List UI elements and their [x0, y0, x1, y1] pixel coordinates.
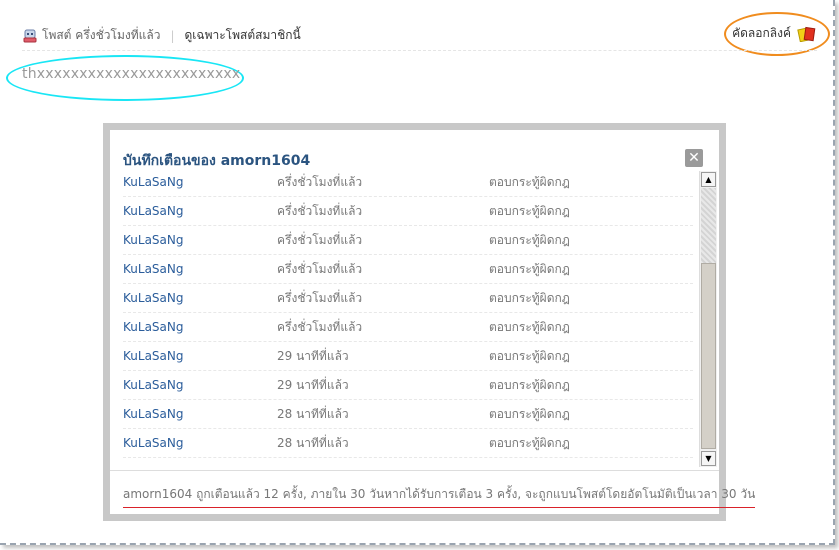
warning-user-link[interactable]: KuLaSaNg [123, 436, 277, 450]
warning-reason: ตอบกระทู้ผิดกฎ [489, 174, 570, 189]
warning-reason: ตอบกระทู้ผิดกฎ [489, 261, 570, 276]
warning-user-link[interactable]: KuLaSaNg [123, 262, 277, 276]
card-icon [797, 26, 817, 42]
separator: | [170, 28, 175, 43]
header-divider [22, 50, 817, 51]
scroll-track[interactable] [701, 188, 716, 263]
warning-user-link[interactable]: KuLaSaNg [123, 407, 277, 421]
warning-row: KuLaSaNg ครึ่งชั่วโมงที่แล้ว ตอบกระทู้ผิ… [123, 168, 693, 197]
page-frame: โพสต์ ครึ่งชั่วโมงที่แล้ว | ดูเฉพาะโพสต์… [0, 0, 835, 545]
post-time: โพสต์ ครึ่งชั่วโมงที่แล้ว [42, 28, 161, 42]
warning-row: KuLaSaNg ครึ่งชั่วโมงที่แล้ว ตอบกระทู้ผิ… [123, 313, 693, 342]
warning-row: KuLaSaNg ครึ่งชั่วโมงที่แล้ว ตอบกระทู้ผิ… [123, 226, 693, 255]
warning-reason: ตอบกระทู้ผิดกฎ [489, 435, 570, 450]
warning-user-link[interactable]: KuLaSaNg [123, 349, 277, 363]
scroll-up-icon[interactable]: ▲ [701, 172, 716, 187]
warning-time: ครึ่งชั่วโมงที่แล้ว [277, 174, 363, 189]
warning-time: 28 นาทีที่แล้ว [277, 406, 349, 421]
warning-user-link[interactable]: KuLaSaNg [123, 378, 277, 392]
warning-row: KuLaSaNg 29 นาทีที่แล้ว ตอบกระทู้ผิดกฎ [123, 371, 693, 400]
warning-time: ครึ่งชั่วโมงที่แล้ว [277, 319, 363, 334]
warning-reason: ตอบกระทู้ผิดกฎ [489, 232, 570, 247]
warning-user-link[interactable]: KuLaSaNg [123, 291, 277, 305]
warning-list: KuLaSaNg ครึ่งชั่วโมงที่แล้ว ตอบกระทู้ผิ… [123, 168, 693, 458]
scroll-thumb[interactable] [701, 263, 716, 449]
warning-row: KuLaSaNg 28 นาทีที่แล้ว ตอบกระทู้ผิดกฎ [123, 400, 693, 429]
warning-user-link[interactable]: KuLaSaNg [123, 204, 277, 218]
robot-icon [22, 28, 38, 44]
warning-reason: ตอบกระทู้ผิดกฎ [489, 319, 570, 334]
list-scrollbar[interactable]: ▲ ▼ [699, 171, 717, 467]
warning-user-link[interactable]: KuLaSaNg [123, 175, 277, 189]
copy-link-button[interactable]: คัดลอกลิงค์ [732, 24, 817, 43]
warning-row: KuLaSaNg ครึ่งชั่วโมงที่แล้ว ตอบกระทู้ผิ… [123, 197, 693, 226]
footer-divider [110, 470, 719, 471]
warning-time: ครึ่งชั่วโมงที่แล้ว [277, 290, 363, 305]
warning-time: ครึ่งชั่วโมงที่แล้ว [277, 203, 363, 218]
post-content: thxxxxxxxxxxxxxxxxxxxxxxxx [22, 66, 241, 82]
warning-dialog-body: บันทึกเตือนของ amorn1604 ✕ KuLaSaNg ครึ่… [110, 130, 756, 514]
warning-dialog: บันทึกเตือนของ amorn1604 ✕ KuLaSaNg ครึ่… [103, 123, 756, 521]
warning-user-link[interactable]: KuLaSaNg [123, 320, 277, 334]
warning-reason: ตอบกระทู้ผิดกฎ [489, 377, 570, 392]
warning-time: 29 นาทีที่แล้ว [277, 348, 349, 363]
post-meta-bar: โพสต์ ครึ่งชั่วโมงที่แล้ว | ดูเฉพาะโพสต์… [22, 26, 301, 45]
warning-row: KuLaSaNg 28 นาทีที่แล้ว ตอบกระทู้ผิดกฎ [123, 429, 693, 458]
warning-time: 28 นาทีที่แล้ว [277, 435, 349, 450]
warning-reason: ตอบกระทู้ผิดกฎ [489, 348, 570, 363]
close-icon[interactable]: ✕ [685, 149, 703, 167]
warning-row: KuLaSaNg ครึ่งชั่วโมงที่แล้ว ตอบกระทู้ผิ… [123, 255, 693, 284]
warning-time: 29 นาทีที่แล้ว [277, 377, 349, 392]
warning-user-link[interactable]: KuLaSaNg [123, 233, 277, 247]
copy-link-label: คัดลอกลิงค์ [732, 26, 791, 40]
scroll-down-icon[interactable]: ▼ [701, 451, 716, 466]
warning-row: KuLaSaNg 29 นาทีที่แล้ว ตอบกระทู้ผิดกฎ [123, 342, 693, 371]
warning-time: ครึ่งชั่วโมงที่แล้ว [277, 232, 363, 247]
view-only-member-link[interactable]: ดูเฉพาะโพสต์สมาชิกนี้ [185, 26, 301, 45]
warning-summary: amorn1604 ถูกเตือนแล้ว 12 ครั้ง, ภายใน 3… [123, 485, 756, 508]
warning-time: ครึ่งชั่วโมงที่แล้ว [277, 261, 363, 276]
warning-reason: ตอบกระทู้ผิดกฎ [489, 406, 570, 421]
warning-reason: ตอบกระทู้ผิดกฎ [489, 290, 570, 305]
warning-row: KuLaSaNg ครึ่งชั่วโมงที่แล้ว ตอบกระทู้ผิ… [123, 284, 693, 313]
warning-reason: ตอบกระทู้ผิดกฎ [489, 203, 570, 218]
